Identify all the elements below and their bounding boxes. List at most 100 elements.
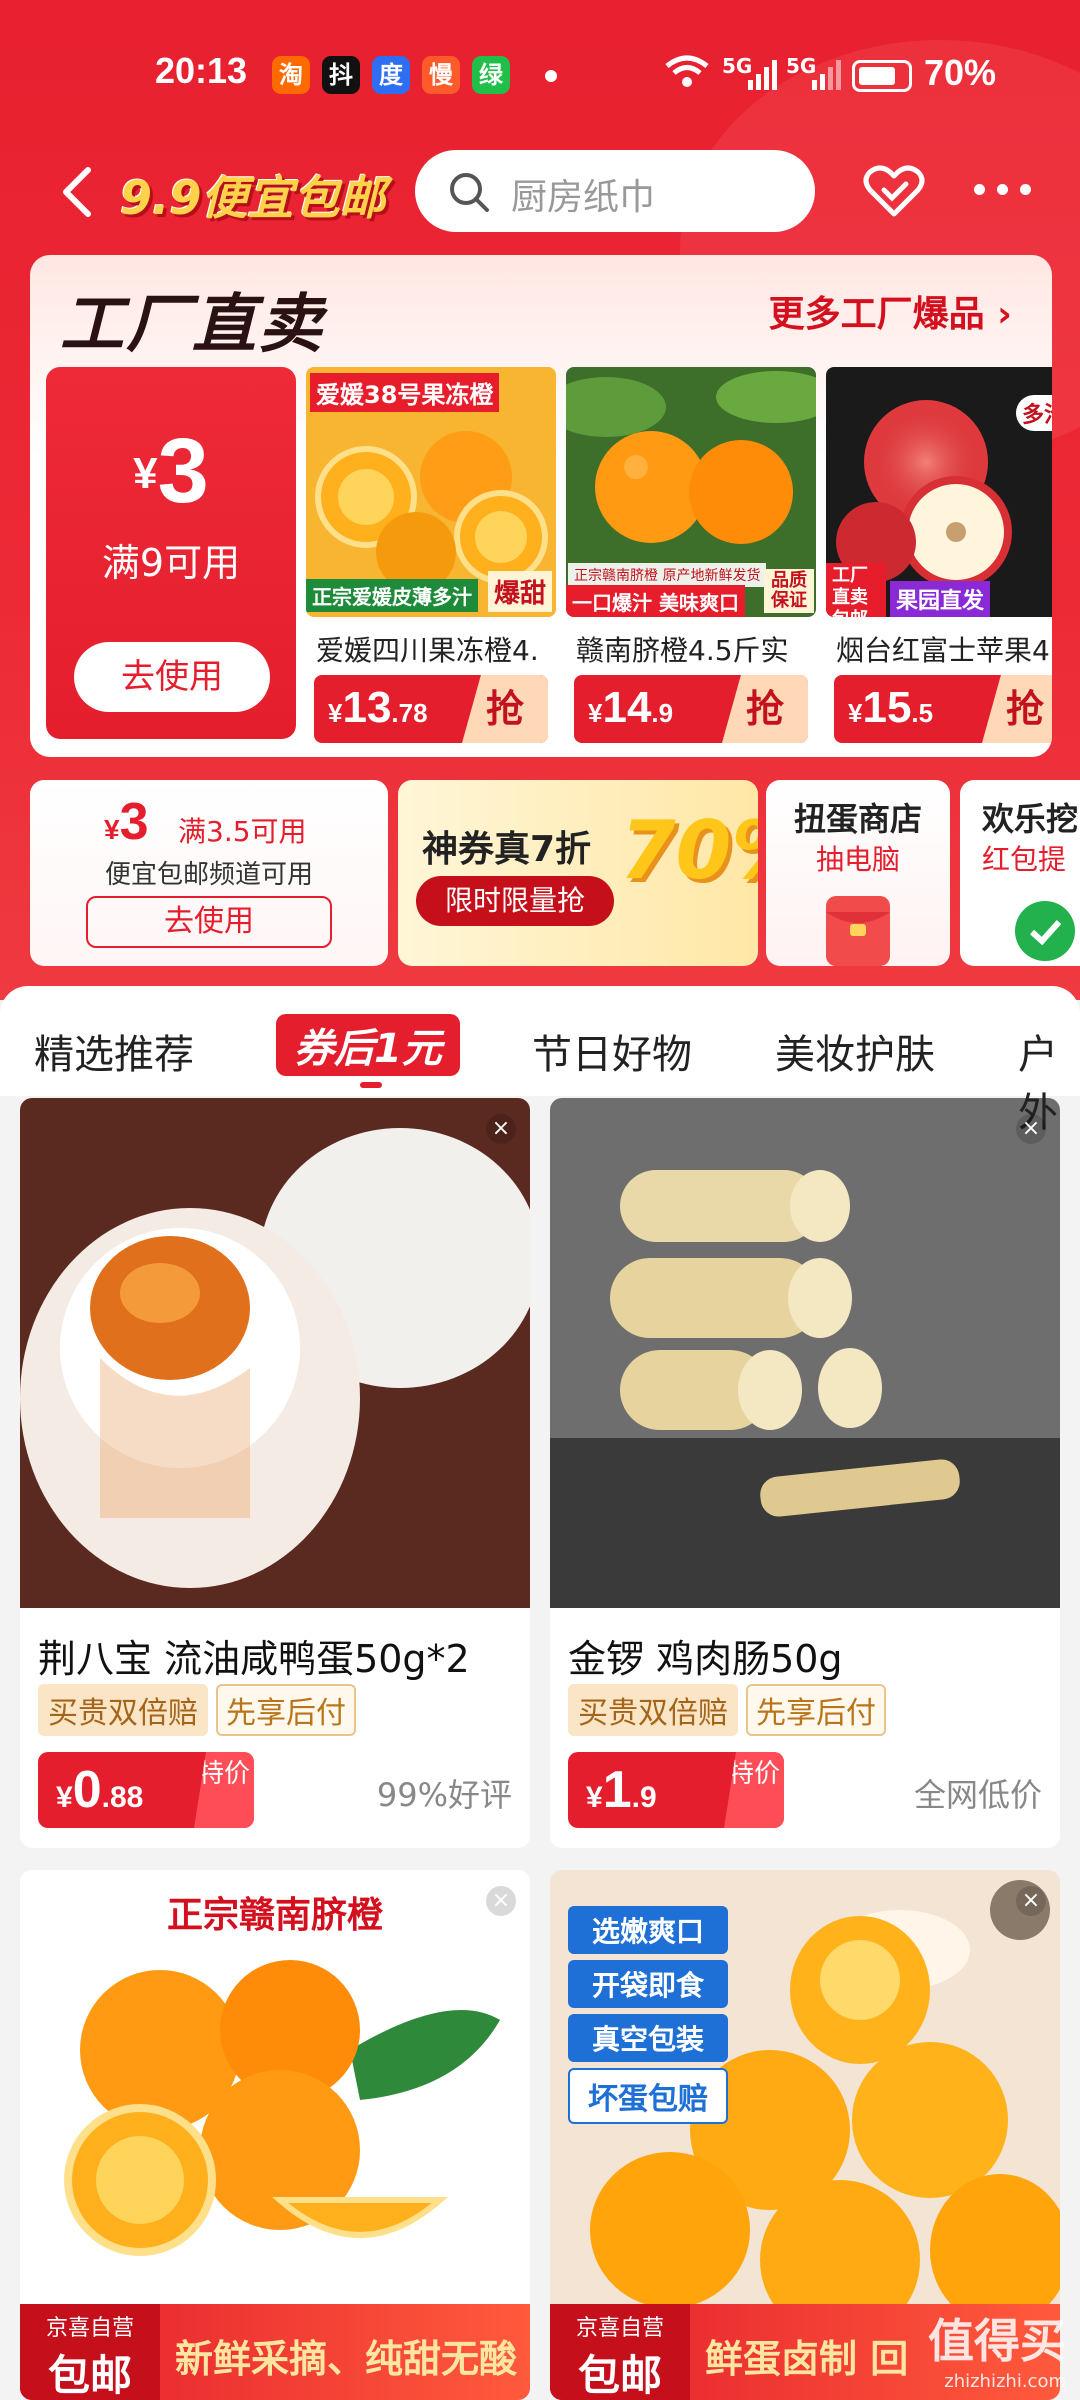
product-image-salted-egg (20, 1098, 530, 1608)
discount-promo-card[interactable]: 神券真7折 限时限量抢 70% (398, 780, 758, 966)
double-refund-badge: 买贵双倍赔 (38, 1684, 208, 1736)
price-button[interactable]: ¥1.9 特价 (568, 1752, 784, 1828)
price-integer: 0 (72, 1761, 102, 1819)
product-price: ¥15.5 (848, 683, 933, 733)
price-integer: 13 (342, 683, 392, 732)
price-integer: 15 (862, 683, 912, 732)
manman-app-icon: 慢 (422, 56, 460, 94)
product-tag-right: 品质保证 (764, 569, 814, 613)
use-coupon-button[interactable]: 去使用 (74, 642, 270, 712)
pay-later-badge: 先享后付 (746, 1684, 886, 1736)
product-tag-right: 爆甜 (487, 571, 552, 612)
price-currency: ¥ (588, 698, 603, 728)
search-placeholder: 厨房纸巾 (511, 177, 656, 218)
check-badge-icon (1015, 901, 1075, 961)
site-watermark: 值得买 zhizhizhi.com (928, 2305, 1066, 2392)
factory-title: 工厂直卖 (60, 288, 324, 362)
factory-product-2[interactable]: 正宗赣南脐橙 原产地新鲜发货 一口爆汁 美味爽口 品质保证 赣南脐橙4.5斤实 … (566, 367, 816, 743)
tab-recommended[interactable]: 精选推荐 (34, 1022, 194, 1080)
channel-coupon-card[interactable]: ¥3 满3.5可用 便宜包邮频道可用 去使用 (30, 780, 388, 966)
tab-beauty-skincare[interactable]: 美妆护肤 (775, 1022, 935, 1080)
product-price: ¥0.88 (56, 1760, 143, 1820)
product-card-1[interactable]: × 荆八宝 流油咸鸭蛋50g*2 买贵双倍赔 先享后付 ¥0.88 特价 99%好… (20, 1098, 530, 1848)
more-factory-link[interactable]: 更多工厂爆品 › (769, 285, 1012, 337)
tab-one-yuan-after-coupon[interactable]: 券后1元 (276, 1014, 460, 1076)
product-price: ¥1.9 (586, 1760, 657, 1820)
back-arrow-icon[interactable] (50, 162, 110, 222)
clock: 20:13 (155, 50, 248, 91)
coupon-amount: ¥3 (104, 792, 149, 852)
favorite-heart-icon[interactable] (862, 162, 926, 220)
close-icon[interactable]: × (486, 1886, 516, 1916)
channel-brand-title: 9.9便宜包邮 (120, 171, 386, 225)
price-integer: 14 (602, 683, 652, 732)
jd-label: 京喜自营 (575, 2316, 664, 2341)
buy-button[interactable]: ¥13.78 抢 (314, 675, 548, 743)
grab-label: 抢 (462, 675, 548, 743)
red-envelope-icon (826, 896, 890, 966)
use-coupon-button[interactable]: 去使用 (86, 896, 332, 948)
signal-icon-2 (812, 60, 841, 90)
product-badges: 买贵双倍赔 先享后付 (38, 1684, 364, 1736)
jd-label: 京喜自营 (45, 2316, 134, 2341)
product-badges: 买贵双倍赔 先享后付 (568, 1684, 894, 1736)
price-currency: ¥ (328, 698, 343, 728)
free-shipping-label: 包邮 (577, 2351, 662, 2400)
coupon-value: 3 (119, 793, 149, 851)
price-currency: ¥ (586, 1781, 603, 1814)
product-image-orange: 爱媛38号果冻橙 正宗爱媛皮薄多汁 爆甜 (306, 367, 556, 617)
green-app-icon: 绿 (472, 56, 510, 94)
product-card-3[interactable]: × 正宗赣南脐橙 京喜自营 包邮 新鲜采摘、纯甜无酸 (20, 1870, 530, 2400)
search-bar[interactable]: 厨房纸巾 (415, 150, 815, 232)
product-card-2[interactable]: × 金锣 鸡肉肠50g 买贵双倍赔 先享后付 ¥1.9 特价 全网低价 (550, 1098, 1060, 1848)
product-name: 赣南脐橙4.5斤实 (576, 634, 789, 667)
price-currency: ¥ (848, 698, 863, 728)
price-integer: 1 (602, 1761, 632, 1819)
more-menu-icon[interactable] (968, 170, 1038, 210)
tab-holiday-goods[interactable]: 节日好物 (532, 1022, 692, 1080)
price-decimal: .9 (631, 1781, 657, 1814)
feature-tag: 坏蛋包赔 (568, 2068, 728, 2124)
product-image-apple: 多汁 工厂直卖包邮 果园直发 (826, 367, 1052, 617)
grab-label: 抢 (722, 675, 808, 743)
coupon-scope: 便宜包邮频道可用 (104, 860, 313, 890)
free-shipping-label: 包邮 (47, 2351, 132, 2400)
banner-slogan: 新鲜采摘、纯甜无酸 (175, 2337, 518, 2381)
close-icon[interactable]: × (1016, 1886, 1046, 1916)
factory-product-3[interactable]: 多汁 工厂直卖包邮 果园直发 烟台红富士苹果4 ¥15.5 抢 (826, 367, 1052, 743)
double-refund-badge: 买贵双倍赔 (568, 1684, 738, 1736)
gacha-subtitle: 抽电脑 (815, 843, 900, 876)
wifi-icon (665, 55, 709, 87)
baidu-app-icon: 度 (372, 56, 410, 94)
buy-button[interactable]: ¥15.5 抢 (834, 675, 1052, 743)
rating-note: 99%好评 (376, 1776, 512, 1814)
watermark-name: 值得买 (928, 2314, 1066, 2368)
price-note: 全网低价 (913, 1776, 1042, 1814)
factory-product-1[interactable]: 爱媛38号果冻橙 正宗爱媛皮薄多汁 爆甜 爱媛四川果冻橙4. ¥13.78 抢 (306, 367, 556, 743)
category-tabs: 精选推荐 券后1元 节日好物 美妆护肤 户外 (0, 986, 1080, 1136)
self-operated-banner: 京喜自营包邮 新鲜采摘、纯甜无酸 (20, 2304, 530, 2400)
price-button[interactable]: ¥0.88 特价 (38, 1752, 254, 1828)
gacha-shop-card[interactable]: 扭蛋商店 抽电脑 (766, 780, 950, 966)
coupon-condition: 满3.5可用 (178, 815, 307, 848)
product-image-sausage (550, 1098, 1060, 1608)
product-tag-top: 多汁 (1015, 395, 1052, 431)
gacha-title: 扭蛋商店 (793, 800, 922, 838)
jd-self-operated-badge: 京喜自营 包邮 (20, 2304, 160, 2400)
status-bar: 20:13 淘 抖 度 慢 绿 5G 5G 70% (0, 38, 1080, 108)
price-decimal: .9 (651, 698, 674, 728)
factory-coupon[interactable]: ¥3 满9可用 去使用 (46, 367, 296, 739)
fun-dig-card[interactable]: 欢乐挖 红包提 (960, 780, 1080, 966)
price-decimal: .5 (911, 698, 934, 728)
product-tag-top: 爱媛38号果冻橙 (310, 373, 500, 412)
coupon-amount: ¥3 (46, 419, 296, 524)
close-icon[interactable]: × (1016, 1114, 1046, 1144)
close-icon[interactable]: × (486, 1114, 516, 1144)
coupon-value: 3 (157, 420, 209, 522)
fun-title: 欢乐挖 (982, 800, 1079, 838)
product-name: 爱媛四川果冻橙4. (316, 634, 539, 667)
product-price: ¥13.78 (328, 683, 428, 733)
product-tag-left: 工厂直卖包邮 (826, 563, 886, 617)
chevron-right-icon: › (997, 294, 1012, 335)
buy-button[interactable]: ¥14.9 抢 (574, 675, 808, 743)
